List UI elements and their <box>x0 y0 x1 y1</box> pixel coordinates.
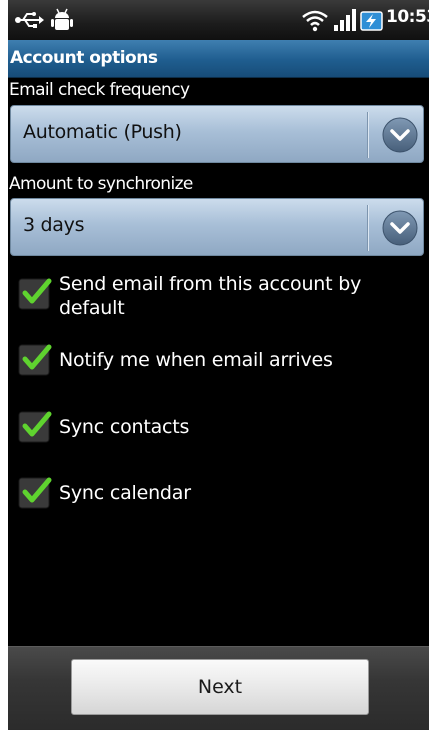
title-bar: Account options <box>8 40 429 78</box>
option-label: Notify me when email arrives <box>59 349 333 371</box>
chevron-down-icon[interactable] <box>382 117 418 153</box>
amount-to-synchronize-label: Amount to synchronize <box>9 174 193 194</box>
app-window: 10:53 Account options Email check freque… <box>8 0 429 730</box>
checkbox-checked-icon[interactable] <box>18 409 52 443</box>
next-button-label: Next <box>197 676 243 698</box>
option-label: Sync contacts <box>59 416 190 438</box>
signal-icon <box>334 9 356 31</box>
chevron-down-icon[interactable] <box>382 210 418 246</box>
email-check-frequency-spinner[interactable]: Automatic (Push) <box>10 105 424 163</box>
screen: 10:53 Account options Email check freque… <box>0 0 437 730</box>
usb-icon <box>15 12 44 28</box>
battery-charging-icon <box>360 11 383 31</box>
wifi-icon <box>302 10 328 32</box>
debug-icon <box>51 8 73 30</box>
email-check-frequency-label: Email check frequency <box>9 80 190 100</box>
checkbox-checked-icon[interactable] <box>18 475 52 509</box>
option-label: Send email from this account by default <box>59 273 362 319</box>
option-label: Sync calendar <box>59 482 191 504</box>
status-clock: 10:53 <box>386 7 429 27</box>
spinner-divider <box>367 205 368 251</box>
status-bar: 10:53 <box>8 0 429 40</box>
spinner-divider <box>367 112 368 158</box>
footer-bar: Next <box>8 646 429 730</box>
email-check-frequency-value: Automatic (Push) <box>23 121 182 143</box>
option-notify-email-arrives[interactable]: Notify me when email arrives <box>8 340 429 380</box>
page-title: Account options <box>10 48 158 68</box>
next-button[interactable]: Next <box>71 659 369 715</box>
checkbox-checked-icon[interactable] <box>18 342 52 376</box>
amount-to-synchronize-spinner[interactable]: 3 days <box>10 198 424 256</box>
checkbox-checked-icon[interactable] <box>18 276 52 310</box>
option-send-email-default[interactable]: Send email from this account by default <box>8 270 429 322</box>
option-sync-contacts[interactable]: Sync contacts <box>8 407 429 447</box>
amount-to-synchronize-value: 3 days <box>23 214 85 236</box>
option-sync-calendar[interactable]: Sync calendar <box>8 473 429 513</box>
